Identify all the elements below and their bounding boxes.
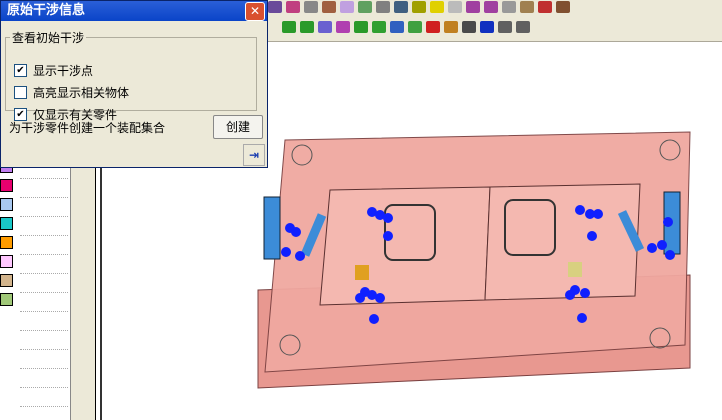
dialog-title: 原始干涉信息 [1,1,267,21]
create-text: 为干涉零件创建一个装配集合 [9,121,166,135]
tree-row[interactable] [20,292,68,293]
interference-point [663,217,673,227]
create-button[interactable]: 创建 [213,115,263,139]
tree-row[interactable] [20,387,68,388]
interference-point [295,251,305,261]
interference-point [375,293,385,303]
add-comp-icon[interactable] [282,21,296,33]
cube-icon[interactable] [268,1,282,13]
bulb-on-icon[interactable] [430,1,444,13]
gears-icon[interactable] [502,1,516,13]
curve-icon[interactable] [516,21,530,33]
color-swatch [0,255,13,268]
tree-row[interactable] [20,349,68,350]
camera-icon[interactable] [322,1,336,13]
slider-left [263,196,281,260]
interference-dialog: 原始干涉信息 ✕ 查看初始干涉 ✔ 显示干涉点 高亮显示相关物体 ✔ 仅显示有关零件… [0,0,268,168]
color-swatch [0,274,13,287]
edit-icon[interactable] [304,1,318,13]
close-button[interactable]: ✕ [245,2,265,21]
checkbox-box[interactable]: ✔ [14,64,27,77]
exit-icon[interactable]: ⇥ [243,144,265,166]
checkbox-box[interactable] [14,86,27,99]
ruler-icon[interactable] [520,1,534,13]
block-left [355,265,369,280]
add-star-icon[interactable] [354,21,368,33]
interference-point [665,250,675,260]
tree-row[interactable] [20,235,68,236]
arrow-right-icon[interactable] [484,1,498,13]
sketch-icon[interactable] [498,21,512,33]
tree-row[interactable] [20,178,68,179]
pattern-icon[interactable] [372,21,386,33]
box-icon[interactable] [340,1,354,13]
color-swatch [0,293,13,306]
color-swatch [0,179,13,192]
interference-point [369,314,379,324]
tree-row[interactable] [20,216,68,217]
tree-row[interactable] [20,197,68,198]
interference-point [291,227,301,237]
replace-icon[interactable] [462,21,476,33]
delete-icon[interactable] [426,21,440,33]
toolbar-row-2 [282,20,530,34]
bulb-off-icon[interactable] [448,1,462,13]
add-table-2-icon[interactable] [336,21,350,33]
group-label: 查看初始干涉 [12,31,85,45]
mold-icon[interactable] [444,21,458,33]
tree-row[interactable] [20,368,68,369]
add-comp-2-icon[interactable] [300,21,314,33]
interference-point [575,205,585,215]
next-icon[interactable] [480,21,494,33]
checkbox-highlight[interactable]: 高亮显示相关物体 [14,84,129,101]
tree-row[interactable] [20,330,68,331]
interference-point [383,231,393,241]
interference-point [657,240,667,250]
interference-point [587,231,597,241]
view-group: 查看初始干涉 ✔ 显示干涉点 高亮显示相关物体 ✔ 仅显示有关零件 [5,29,257,122]
interference-point [565,290,575,300]
interference-point [593,209,603,219]
interference-point [580,288,590,298]
block-icon[interactable] [408,21,422,33]
arrow-left-icon[interactable] [466,1,480,13]
bulb-icon[interactable] [412,1,426,13]
interference-point [577,313,587,323]
tree-row[interactable] [20,254,68,255]
block-right [568,262,582,277]
toolbar [268,0,722,42]
navigator-column [70,168,96,420]
interference-point [281,247,291,257]
cube-split-icon[interactable] [286,1,300,13]
tools-icon[interactable] [556,1,570,13]
color-swatch [0,236,13,249]
tree-row[interactable] [20,311,68,312]
checkbox-show-points[interactable]: ✔ 显示干涉点 [14,62,93,79]
interference-point [383,213,393,223]
toolbar-row-1 [268,0,570,14]
tree-row[interactable] [20,406,68,407]
mirror-icon[interactable] [390,21,404,33]
interference-point [355,293,365,303]
interference-point [647,243,657,253]
tree-row[interactable] [20,273,68,274]
shade-icon[interactable] [358,1,372,13]
select-icon[interactable] [394,1,408,13]
color-swatch [0,217,13,230]
box-gray-icon[interactable] [376,1,390,13]
add-table-icon[interactable] [318,21,332,33]
color-swatch [0,198,13,211]
mark-icon[interactable] [538,1,552,13]
